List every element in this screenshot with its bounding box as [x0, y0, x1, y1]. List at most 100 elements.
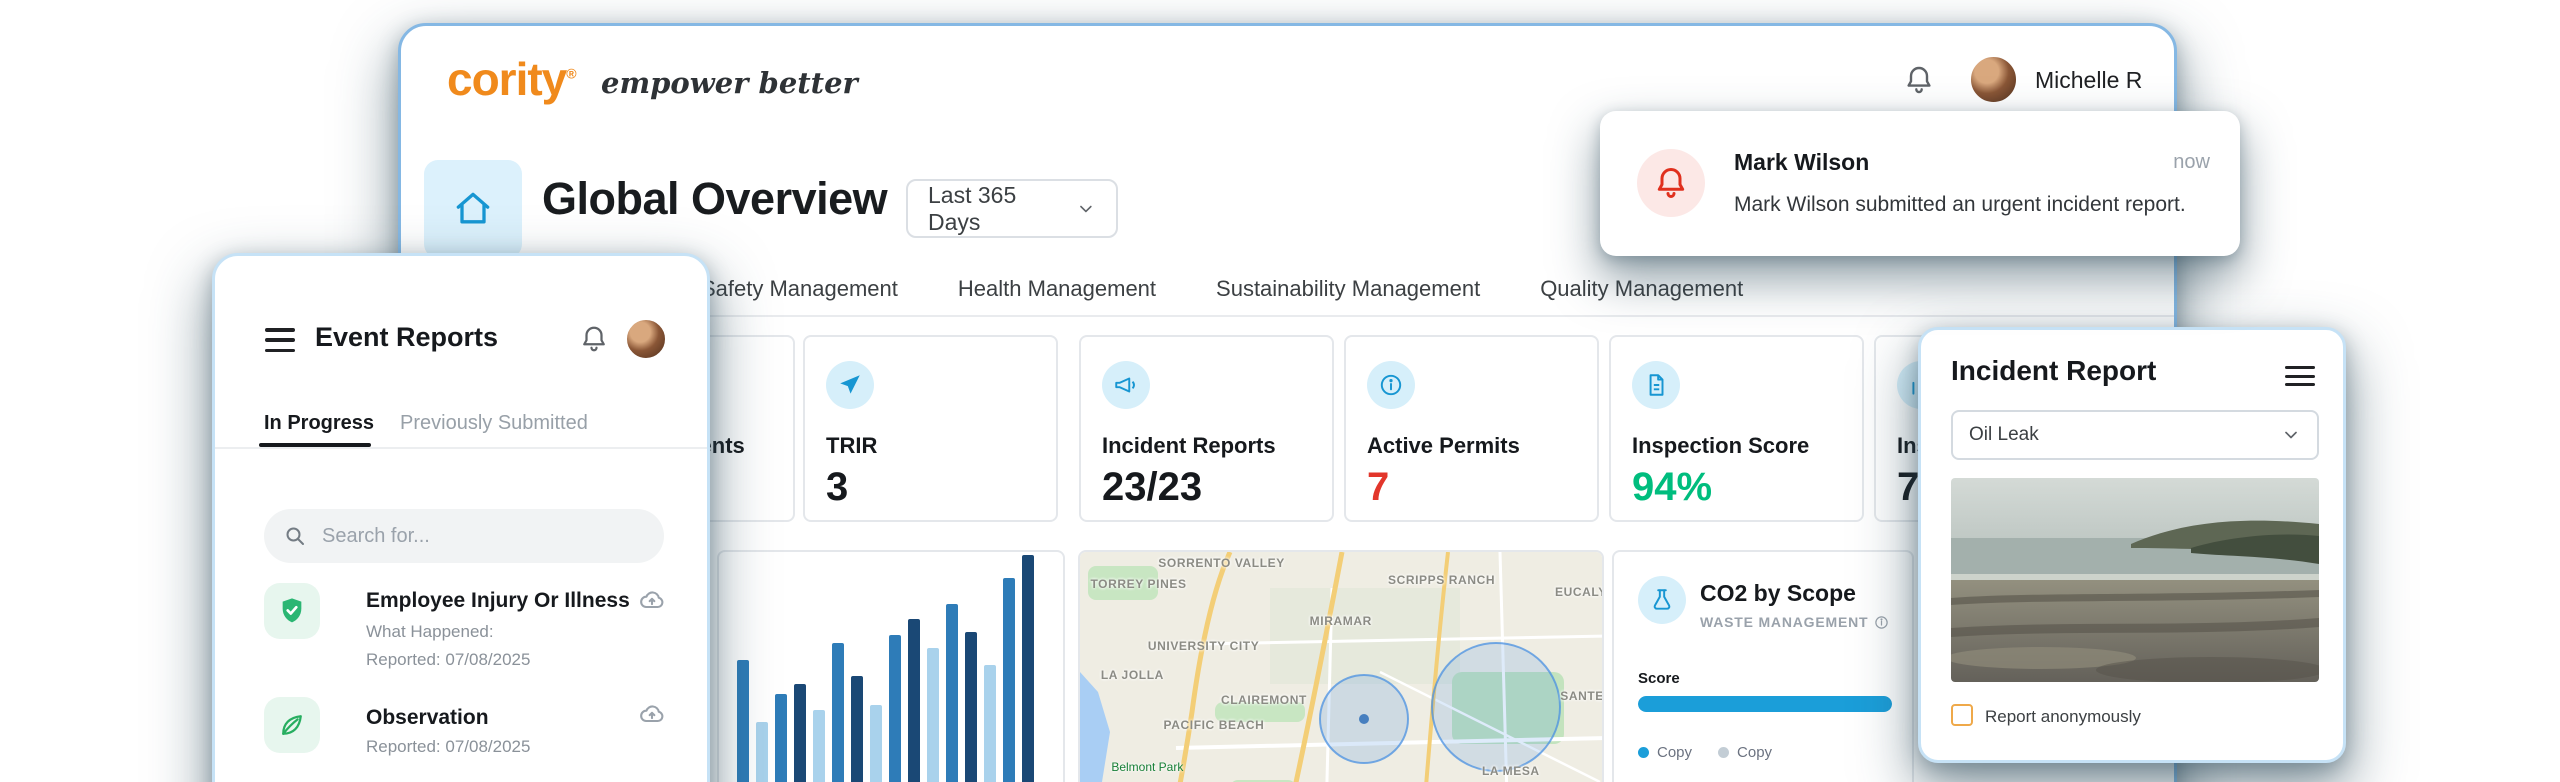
incident-type-value: Oil Leak: [1969, 424, 2039, 446]
kpi-label: TRIR: [826, 433, 877, 459]
map-label: SANTEE: [1560, 689, 1604, 703]
kpi-value: 7: [1367, 465, 1389, 510]
chevron-down-icon: [1076, 198, 1096, 220]
notification-message: Mark Wilson submitted an urgent incident…: [1734, 193, 2186, 217]
search-icon: [283, 524, 307, 548]
bell-icon[interactable]: [1903, 64, 1935, 96]
tab-health-management[interactable]: Health Management: [958, 276, 1156, 302]
event-item-line: Reported: 07/08/2025: [366, 737, 530, 757]
shield-check-icon: [264, 583, 320, 639]
report-anonymously-checkbox[interactable]: [1951, 704, 1973, 726]
flask-icon: [1638, 576, 1686, 624]
cloud-upload-icon[interactable]: [638, 700, 666, 728]
user-avatar[interactable]: [1969, 55, 2018, 104]
page-title: Global Overview: [542, 173, 887, 225]
bar: [965, 632, 977, 782]
chevron-down-icon: [2281, 425, 2301, 445]
report-anonymously-label: Report anonymously: [1985, 707, 2141, 727]
bar: [775, 694, 787, 782]
map-card[interactable]: TORREY PINESSORRENTO VALLEYSCRIPPS RANCH…: [1078, 550, 1604, 782]
stage: cority® empower better Michelle R Global…: [0, 0, 2560, 782]
megaphone-icon: [1102, 361, 1150, 409]
legend-dot-muted: [1718, 747, 1729, 758]
user-name[interactable]: Michelle R: [2035, 67, 2142, 94]
date-range-dropdown[interactable]: Last 365 Days: [906, 179, 1118, 238]
map-label: LA MESA: [1482, 764, 1540, 778]
event-reports-title: Event Reports: [315, 322, 498, 353]
co2-card-title: CO2 by Scope: [1700, 580, 1856, 607]
event-item-title[interactable]: Employee Injury Or Illness: [366, 589, 630, 613]
bar: [813, 710, 825, 782]
tab-in-progress[interactable]: In Progress: [264, 412, 374, 435]
legend-item: Copy: [1638, 744, 1692, 761]
incident-type-dropdown[interactable]: Oil Leak: [1951, 410, 2319, 460]
event-item-line: Reported: 07/08/2025: [366, 650, 530, 670]
legend-item: Copy: [1718, 744, 1772, 761]
bar: [1003, 578, 1015, 782]
kpi-card-trir[interactable]: TRIR 3: [803, 335, 1058, 522]
bar: [984, 665, 996, 782]
tab-quality-management[interactable]: Quality Management: [1540, 276, 1743, 302]
bar: [946, 604, 958, 782]
bar-chart-card: [717, 550, 1065, 782]
notification-toast[interactable]: Mark Wilson now Mark Wilson submitted an…: [1600, 111, 2240, 256]
kpi-card-inspection-score[interactable]: Inspection Score 94%: [1609, 335, 1864, 522]
menu-icon[interactable]: [2285, 366, 2315, 386]
bell-icon[interactable]: [579, 324, 609, 354]
notification-time: now: [2173, 151, 2210, 174]
legend-dot-filled: [1638, 747, 1649, 758]
map-label: PACIFIC BEACH: [1164, 718, 1265, 732]
event-reports-panel: Event Reports In Progress Previously Sub…: [212, 253, 710, 782]
kpi-value: 3: [826, 465, 848, 510]
search-input[interactable]: [264, 509, 664, 563]
kpi-label: Inspection Score: [1632, 433, 1809, 459]
co2-by-scope-card: CO2 by Scope WASTE MANAGEMENT Score Copy…: [1612, 550, 1914, 782]
kpi-label: Incident Reports: [1102, 433, 1276, 459]
co2-card-subtitle: WASTE MANAGEMENT: [1700, 614, 1889, 630]
event-item-title[interactable]: Observation: [366, 706, 489, 730]
map-label: UNIVERSITY CITY: [1148, 639, 1259, 653]
tab-safety-management[interactable]: Safety Management: [701, 276, 898, 302]
kpi-value: 23/23: [1102, 465, 1202, 510]
info-icon: [1874, 615, 1889, 630]
dart-icon: [826, 361, 874, 409]
incident-photo[interactable]: [1951, 478, 2319, 682]
map-label: Belmont Park: [1111, 760, 1183, 774]
incident-report-title: Incident Report: [1951, 355, 2156, 387]
map-label: LA JOLLA: [1101, 668, 1164, 682]
co2-legend: Copy Copy: [1638, 744, 1772, 761]
home-icon: [424, 160, 522, 258]
bar: [1022, 555, 1034, 782]
score-progress-fill: [1638, 696, 1892, 712]
bar: [794, 684, 806, 782]
tab-sustainability-management[interactable]: Sustainability Management: [1216, 276, 1480, 302]
info-icon: [1367, 361, 1415, 409]
menu-icon[interactable]: [265, 328, 295, 352]
bar: [889, 635, 901, 782]
map-label: MIRAMAR: [1310, 614, 1372, 628]
alert-bell-icon: [1637, 149, 1705, 217]
kpi-card-active-permits[interactable]: Active Permits 7: [1344, 335, 1599, 522]
bar: [756, 722, 768, 782]
map-labels: TORREY PINESSORRENTO VALLEYSCRIPPS RANCH…: [1080, 552, 1602, 782]
map-label: CLAIREMONT: [1221, 693, 1307, 707]
bar: [908, 619, 920, 782]
score-progress-bar: [1638, 696, 1892, 712]
date-range-value: Last 365 Days: [928, 182, 1060, 236]
bar: [851, 676, 863, 782]
brand-tagline: empower better: [601, 66, 858, 100]
document-icon: [1632, 361, 1680, 409]
map-label: TORREY PINES: [1090, 577, 1186, 591]
bar-chart: [737, 555, 1045, 782]
map-label: SORRENTO VALLEY: [1158, 556, 1285, 570]
kpi-value: 94%: [1632, 465, 1712, 510]
user-avatar[interactable]: [625, 318, 667, 360]
tab-previously-submitted[interactable]: Previously Submitted: [400, 412, 588, 435]
registered-mark: ®: [566, 66, 575, 82]
score-label: Score: [1638, 670, 1680, 687]
map-label: EUCALYPTUS HILLS: [1555, 585, 1604, 599]
event-item-line: What Happened:: [366, 622, 494, 642]
kpi-card-incident-reports[interactable]: Incident Reports 23/23: [1079, 335, 1334, 522]
cloud-upload-icon[interactable]: [638, 586, 666, 614]
bar: [927, 648, 939, 782]
